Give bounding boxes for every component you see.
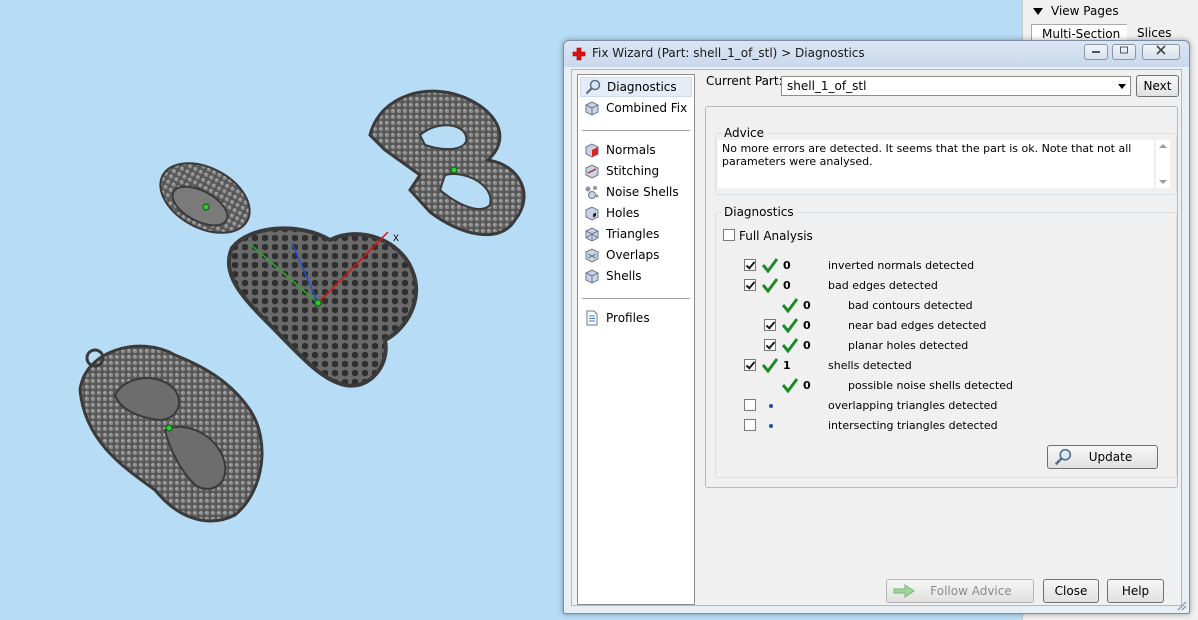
resize-grip-icon[interactable] [1175, 599, 1187, 611]
advice-scrollbar[interactable] [1156, 140, 1170, 188]
near-bad-edges-checkbox[interactable] [764, 319, 776, 331]
magnifier-icon [585, 79, 601, 95]
nav-item-diagnostics[interactable]: Diagnostics [580, 77, 692, 97]
holes-cube-icon [585, 206, 599, 221]
bail-part [159, 162, 251, 234]
nav-item-holes[interactable]: Holes [580, 203, 692, 223]
shells-cube-icon [585, 269, 599, 284]
current-part-value: shell_1_of_stl [787, 79, 867, 93]
stitching-cube-icon [585, 164, 599, 179]
maximize-button[interactable] [1112, 44, 1136, 60]
nav-item-overlaps[interactable]: Overlaps [580, 245, 692, 265]
advice-group: Advice No more errors are detected. It s… [715, 126, 1177, 195]
bad-edges-count: 0 [783, 279, 791, 292]
bad-contours-count: 0 [803, 299, 811, 312]
advice-text: No more errors are detected. It seems th… [718, 140, 1154, 188]
dialog-titlebar[interactable]: Fix Wizard (Part: shell_1_of_stl) > Diag… [564, 41, 1189, 67]
pending-dot-icon [769, 424, 773, 428]
nav-item-combined-fix[interactable]: Combined Fix [580, 98, 692, 118]
scroll-down-icon [1159, 180, 1167, 184]
next-button[interactable]: Next [1136, 75, 1179, 97]
minimize-icon [1092, 51, 1100, 53]
dialog-body: Diagnostics Combined Fix Normals Stitchi… [571, 69, 1182, 606]
dialog-title: Fix Wizard (Part: shell_1_of_stl) > Diag… [592, 46, 865, 60]
green-check-icon [782, 378, 798, 393]
wizard-navigation: Diagnostics Combined Fix Normals Stitchi… [577, 74, 695, 605]
bad-contours-label: bad contours detected [848, 299, 973, 312]
advice-title: Advice [722, 126, 767, 140]
close-icon [1156, 45, 1166, 55]
nav-separator [582, 130, 690, 131]
near-bad-edges-label: near bad edges detected [848, 319, 987, 332]
close-button[interactable]: Close [1043, 579, 1099, 603]
overlapping-triangles-label: overlapping triangles detected [828, 399, 998, 412]
green-check-icon [782, 318, 798, 333]
nav-item-profiles[interactable]: Profiles [580, 308, 692, 328]
update-label: Update [1088, 450, 1133, 464]
near-bad-edges-count: 0 [803, 319, 811, 332]
shells-count: 1 [783, 359, 791, 372]
axis-x-label: x [393, 230, 399, 244]
current-part-select[interactable]: shell_1_of_stl [781, 76, 1131, 96]
intersecting-triangles-checkbox[interactable] [744, 419, 756, 431]
magnifier-icon [1054, 448, 1072, 466]
full-analysis-checkbox[interactable] [723, 229, 735, 241]
noise-shells-count: 0 [803, 379, 811, 392]
nav-item-normals[interactable]: Normals [580, 140, 692, 160]
inverted-normals-count: 0 [783, 259, 791, 272]
nav-separator [582, 298, 690, 299]
shells-checkbox[interactable] [744, 359, 756, 371]
diagnostics-frame: Advice No more errors are detected. It s… [705, 106, 1178, 488]
triangles-cube-icon [585, 227, 599, 242]
nav-item-shells[interactable]: Shells [580, 266, 692, 286]
maximize-icon [1120, 46, 1128, 54]
inverted-normals-checkbox[interactable] [744, 259, 756, 271]
document-icon [586, 310, 598, 326]
close-window-button[interactable] [1142, 44, 1180, 60]
planar-holes-count: 0 [803, 339, 811, 352]
nav-item-stitching[interactable]: Stitching [580, 161, 692, 181]
diagnostics-group: Diagnostics Full Analysis 0 inverted nor… [715, 205, 1177, 478]
red-cross-icon [572, 47, 586, 61]
cube-icon [585, 101, 599, 116]
update-button[interactable]: Update [1047, 445, 1158, 469]
green-check-icon [762, 278, 778, 293]
full-analysis-label: Full Analysis [739, 229, 813, 243]
collapse-triangle-icon [1033, 8, 1043, 15]
follow-advice-label: Follow Advice [930, 584, 1012, 598]
dropdown-arrow-icon [1118, 84, 1126, 89]
bad-edges-label: bad edges detected [828, 279, 938, 292]
view-pages-header[interactable]: View Pages [1033, 4, 1119, 18]
normals-cube-icon [585, 143, 599, 158]
follow-advice-button[interactable]: Follow Advice [886, 579, 1034, 603]
overlaps-cube-icon [585, 248, 599, 263]
planar-holes-label: planar holes detected [848, 339, 969, 352]
minimize-button[interactable] [1084, 44, 1108, 60]
letter-b-upper-part [368, 89, 526, 236]
bad-edges-checkbox[interactable] [744, 279, 756, 291]
green-check-icon [762, 258, 778, 273]
letter-b-middle-part [226, 226, 419, 388]
inverted-normals-label: inverted normals detected [828, 259, 975, 272]
nav-item-triangles[interactable]: Triangles [580, 224, 692, 244]
overlapping-triangles-checkbox[interactable] [744, 399, 756, 411]
nav-item-noise-shells[interactable]: Noise Shells [580, 182, 692, 202]
noise-shells-icon [585, 186, 599, 199]
pending-dot-icon [769, 404, 773, 408]
green-check-icon [782, 298, 798, 313]
planar-holes-checkbox[interactable] [764, 339, 776, 351]
scroll-up-icon [1159, 144, 1167, 148]
help-button[interactable]: Help [1107, 579, 1164, 603]
noise-shells-label: possible noise shells detected [848, 379, 1014, 392]
right-arrow-icon [893, 584, 915, 598]
shells-label: shells detected [828, 359, 912, 372]
green-check-icon [762, 358, 778, 373]
letter-b-lower-part [78, 344, 264, 523]
current-part-label: Current Part: [706, 74, 783, 88]
diagnostics-title: Diagnostics [722, 205, 796, 219]
intersecting-triangles-label: intersecting triangles detected [828, 419, 998, 432]
fix-wizard-dialog: Fix Wizard (Part: shell_1_of_stl) > Diag… [563, 40, 1190, 614]
green-check-icon [782, 338, 798, 353]
